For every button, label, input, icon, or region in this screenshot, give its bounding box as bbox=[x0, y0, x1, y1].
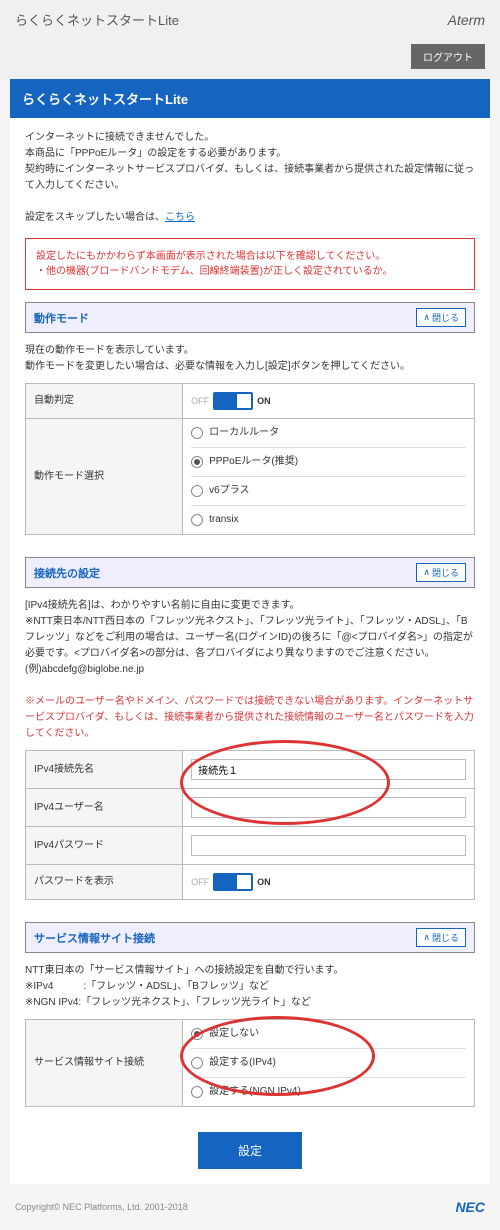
mode-close-button[interactable]: ∧閉じる bbox=[416, 308, 466, 327]
chevron-up-icon: ∧ bbox=[423, 312, 430, 323]
copyright: Copyright© NEC Platforms, Ltd. 2001-2018 bbox=[15, 1202, 188, 1212]
radio-icon bbox=[191, 456, 203, 468]
title-bar: らくらくネットスタートLite bbox=[10, 79, 490, 118]
chevron-up-icon: ∧ bbox=[423, 932, 430, 943]
service-close-button[interactable]: ∧閉じる bbox=[416, 928, 466, 947]
ipv4-name-label: IPv4接続先名 bbox=[26, 751, 183, 789]
service-option-none[interactable]: 設定しない bbox=[191, 1020, 466, 1048]
show-pass-label: パスワードを表示 bbox=[26, 865, 183, 900]
radio-icon bbox=[191, 1057, 203, 1069]
radio-icon bbox=[191, 427, 203, 439]
service-connect-label: サービス情報サイト接続 bbox=[26, 1020, 183, 1107]
show-pass-toggle[interactable]: OFF ON bbox=[191, 873, 271, 891]
skip-link[interactable]: こちら bbox=[165, 212, 195, 223]
mode-option-transix[interactable]: transix bbox=[191, 505, 466, 534]
mode-option-v6plus[interactable]: v6プラス bbox=[191, 476, 466, 505]
footer-brand-logo: NEC bbox=[455, 1199, 485, 1215]
radio-icon bbox=[191, 514, 203, 526]
auto-detect-toggle[interactable]: OFF ON bbox=[191, 392, 271, 410]
chevron-up-icon: ∧ bbox=[423, 567, 430, 578]
submit-button[interactable]: 設定 bbox=[198, 1132, 302, 1169]
connection-panel-header: 接続先の設定 ∧閉じる bbox=[25, 557, 475, 588]
page-title: らくらくネットスタートLite bbox=[15, 10, 179, 29]
mode-select-label: 動作モード選択 bbox=[26, 419, 183, 535]
connection-warning: ※メールのユーザー名やドメイン、パスワードでは接続できない場合があります。インタ… bbox=[25, 694, 475, 742]
auto-detect-label: 自動判定 bbox=[26, 384, 183, 419]
service-panel-header: サービス情報サイト接続 ∧閉じる bbox=[25, 922, 475, 953]
service-option-ngn[interactable]: 設定する(NGN IPv4) bbox=[191, 1077, 466, 1106]
mode-option-pppoe[interactable]: PPPoEルータ(推奨) bbox=[191, 447, 466, 476]
warning-box: 設定したにもかかわらず本画面が表示された場合は以下を確認してください。 ・他の機… bbox=[25, 238, 475, 290]
mode-option-local[interactable]: ローカルルータ bbox=[191, 419, 466, 447]
brand-logo: Aterm bbox=[448, 12, 485, 28]
ipv4-user-label: IPv4ユーザー名 bbox=[26, 789, 183, 827]
intro-text: インターネットに接続できませんでした。 本商品に「PPPoEルータ」の設定をする… bbox=[25, 130, 475, 226]
radio-icon bbox=[191, 1028, 203, 1040]
toggle-switch-icon bbox=[213, 392, 253, 410]
logout-button[interactable]: ログアウト bbox=[411, 44, 485, 69]
ipv4-user-input[interactable] bbox=[191, 797, 466, 818]
service-option-ipv4[interactable]: 設定する(IPv4) bbox=[191, 1048, 466, 1077]
ipv4-pass-input[interactable] bbox=[191, 835, 466, 856]
toggle-switch-icon bbox=[213, 873, 253, 891]
radio-icon bbox=[191, 485, 203, 497]
connection-close-button[interactable]: ∧閉じる bbox=[416, 563, 466, 582]
radio-icon bbox=[191, 1086, 203, 1098]
ipv4-pass-label: IPv4パスワード bbox=[26, 827, 183, 865]
mode-panel-header: 動作モード ∧閉じる bbox=[25, 302, 475, 333]
ipv4-name-input[interactable] bbox=[191, 759, 466, 780]
